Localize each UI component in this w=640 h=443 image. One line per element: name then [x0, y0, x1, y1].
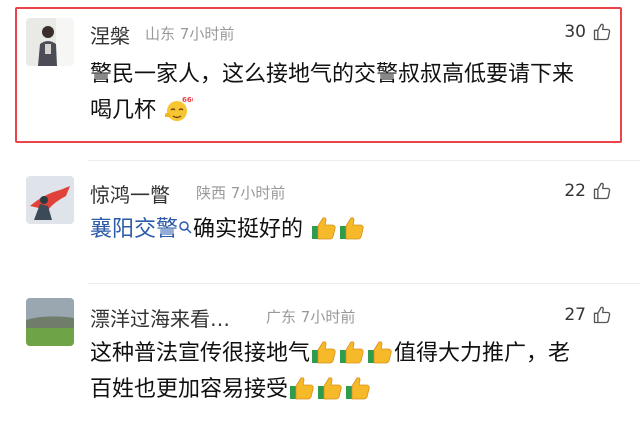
divider	[88, 283, 640, 284]
thumbs-up-emoji	[318, 377, 342, 400]
comment-meta: 广东 7小时前	[266, 306, 355, 327]
like-count: 27	[564, 305, 586, 325]
comment-text-line: 警民一家人，这么接地气的交警叔叔高低要请下来	[90, 62, 575, 87]
comment-text-fragment: 喝几杯	[90, 98, 157, 123]
username[interactable]: 漂洋过海来看…	[90, 303, 230, 332]
avatar-1[interactable]	[26, 18, 74, 66]
username[interactable]: 惊鸿一瞥	[90, 179, 170, 208]
search-icon	[179, 221, 192, 234]
comment-text-line-2: 百姓也更加容易接受	[90, 372, 620, 408]
thumbs-up-emoji	[312, 341, 336, 364]
thumbs-up-emoji	[346, 377, 370, 400]
avatar-2[interactable]	[26, 176, 74, 224]
location: 广东	[266, 308, 297, 326]
comment-text-line: 这种普法宣传很接地气 值得大力推广，老	[90, 336, 620, 372]
thumbs-up-outline-icon	[593, 182, 611, 200]
thumbs-up-emoji	[368, 341, 392, 364]
thumbs-up-emoji	[290, 377, 314, 400]
like-button[interactable]: 22	[564, 181, 612, 201]
comment-meta: 山东 7小时前	[145, 23, 234, 44]
username[interactable]: 涅槃	[90, 20, 130, 49]
comment-text: 襄阳交警 确实挺好的	[90, 212, 620, 248]
like-button[interactable]: 30	[564, 22, 612, 42]
svg-text:666: 666	[182, 96, 193, 104]
like-count: 22	[564, 181, 586, 201]
mention-link[interactable]: 襄阳交警	[90, 217, 178, 242]
like-button[interactable]: 27	[564, 305, 612, 325]
comment-meta: 陕西 7小时前	[196, 182, 285, 203]
avatar-3[interactable]	[26, 298, 74, 346]
comment-text: 这种普法宣传很接地气 值得大力推广，老 百姓也更加容易接受	[90, 336, 620, 408]
thumbs-up-emoji	[312, 217, 336, 240]
666-face-emoji: 666	[164, 96, 193, 121]
like-count: 30	[564, 22, 586, 42]
comment-text-fragment: 这种普法宣传很接地气	[90, 341, 311, 366]
timestamp: 7小时前	[179, 25, 235, 43]
comment-text-fragment: 百姓也更加容易接受	[90, 377, 289, 402]
location: 山东	[145, 25, 176, 43]
timestamp: 7小时前	[300, 308, 356, 326]
comment-text-line-2: 喝几杯 666	[90, 93, 620, 129]
timestamp: 7小时前	[230, 184, 286, 202]
location: 陕西	[196, 184, 227, 202]
comment-text-fragment: 值得大力推广，老	[394, 341, 571, 366]
thumbs-up-emoji	[340, 217, 364, 240]
thumbs-up-outline-icon	[593, 23, 611, 41]
thumbs-up-outline-icon	[593, 306, 611, 324]
comment-text-fragment: 确实挺好的	[193, 217, 304, 242]
thumbs-up-emoji	[340, 341, 364, 364]
divider	[88, 160, 640, 161]
comment-text: 警民一家人，这么接地气的交警叔叔高低要请下来 喝几杯 666	[90, 57, 620, 129]
